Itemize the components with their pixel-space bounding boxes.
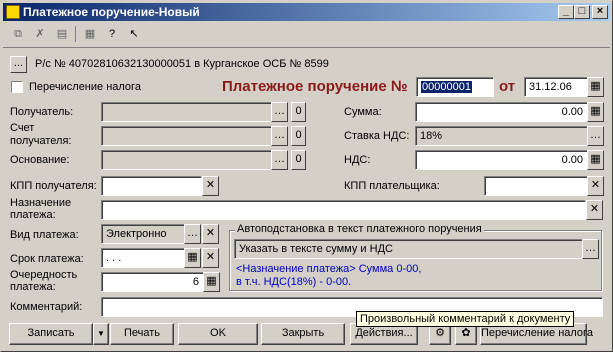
account-text: Р/с № 40702810632130000051 в Курганское … — [35, 58, 329, 70]
recipient-label: Получатель: — [10, 106, 74, 118]
autofill-select[interactable]: Указать в тексте сумму и НДС — [234, 239, 583, 259]
basis-select-button[interactable]: … — [271, 150, 288, 170]
payment-type-clear-button[interactable]: ✕ — [202, 224, 219, 244]
purpose-clear-button[interactable]: ✕ — [586, 200, 603, 220]
recipient-account-label: Счет получателя: — [10, 122, 72, 147]
autofill-preview-line2: в т.ч. НДС(18%) - 0-00. — [236, 276, 352, 288]
doc-number-input[interactable]: 00000001 — [416, 77, 494, 97]
recipient-account-input[interactable] — [101, 126, 272, 146]
vat-input[interactable]: 0.00 — [415, 150, 588, 170]
vat-rate-label: Ставка НДС: — [344, 130, 410, 142]
copy-icon[interactable]: ⧉ — [9, 25, 27, 43]
payment-type-label: Вид платежа: — [10, 229, 79, 241]
priority-calc-button[interactable]: ▦ — [203, 272, 220, 292]
app-icon — [6, 5, 20, 19]
delete-icon[interactable]: ✗ — [31, 25, 49, 43]
minimize-button[interactable]: _ — [558, 5, 574, 19]
recipient-input[interactable] — [101, 102, 272, 122]
payer-kpp-clear-button[interactable]: ✕ — [587, 176, 604, 196]
print-button[interactable]: Печать — [110, 323, 174, 345]
basis-label: Основание: — [10, 154, 70, 166]
toolbar-separator — [75, 26, 76, 42]
sum-calc-button[interactable]: ▦ — [587, 102, 604, 122]
comment-tooltip: Произвольный комментарий к документу — [356, 311, 575, 327]
recipient-select-button[interactable]: … — [271, 102, 288, 122]
priority-input[interactable]: 6 — [101, 272, 204, 292]
due-clear-button[interactable]: ✕ — [202, 248, 219, 268]
sum-input[interactable]: 0.00 — [415, 102, 588, 122]
title-bar[interactable]: Платежное поручение-Новый _ □ × — [3, 3, 610, 21]
close-form-button[interactable]: Закрыть — [261, 323, 345, 345]
recipient-account-select-button[interactable]: … — [271, 126, 288, 146]
tax-transfer-checkbox[interactable] — [11, 81, 23, 93]
save-button[interactable]: Записать — [9, 323, 93, 345]
ok-button[interactable]: OK — [178, 323, 258, 345]
due-label: Срок платежа: — [10, 253, 84, 265]
vat-label: НДС: — [344, 154, 371, 166]
pointer-help-icon[interactable]: ↖ — [125, 25, 143, 43]
sum-label: Сумма: — [344, 106, 382, 118]
doc-date-input[interactable]: 31.12.06 — [524, 77, 588, 97]
doc-icon[interactable]: ▤ — [53, 25, 71, 43]
due-calendar-button[interactable]: ▦ — [184, 248, 201, 268]
payer-kpp-label: КПП плательщика: — [344, 180, 440, 192]
recipient-clear-button[interactable]: 0 — [291, 102, 306, 122]
vat-calc-button[interactable]: ▦ — [587, 150, 604, 170]
payment-order-window: Платежное поручение-Новый _ □ × ⧉ ✗ ▤ ▦ … — [0, 0, 613, 352]
list-icon[interactable]: ▦ — [81, 25, 99, 43]
basis-input[interactable] — [101, 150, 272, 170]
close-button[interactable]: × — [592, 5, 608, 19]
maximize-button[interactable]: □ — [574, 5, 590, 19]
calendar-button[interactable]: ▦ — [587, 77, 604, 97]
payment-type-input[interactable]: Электронно — [101, 224, 185, 244]
tax-transfer-label: Перечисление налога — [29, 81, 141, 93]
recipient-kpp-clear-button[interactable]: ✕ — [202, 176, 219, 196]
from-label: от — [499, 78, 516, 95]
vat-rate-input[interactable]: 18% — [415, 126, 588, 146]
due-date-input[interactable]: . . . — [101, 248, 185, 268]
help-icon[interactable]: ? — [103, 25, 121, 43]
doc-title: Платежное поручение № — [222, 78, 408, 95]
doc-number-value: 00000001 — [421, 81, 472, 93]
window-title: Платежное поручение-Новый — [23, 5, 200, 19]
account-select-button[interactable]: ... — [10, 56, 27, 73]
autofill-select-button[interactable]: … — [582, 239, 599, 259]
comment-label: Комментарий: — [10, 301, 83, 313]
autofill-preview-line1: <Назначение платежа> Сумма 0-00, — [236, 263, 422, 275]
payer-kpp-input[interactable] — [484, 176, 588, 196]
priority-label: Очередность платежа: — [10, 269, 78, 293]
save-dropdown-button[interactable]: ▼ — [93, 323, 109, 345]
recipient-account-clear-button[interactable]: 0 — [291, 126, 306, 146]
basis-clear-button[interactable]: 0 — [291, 150, 306, 170]
recipient-kpp-label: КПП получателя: — [10, 180, 97, 192]
purpose-label: Назначение платежа: — [10, 197, 72, 221]
toolbar-divider — [3, 47, 610, 48]
vat-rate-select-button[interactable]: … — [587, 126, 604, 146]
autofill-group-title: Автоподстановка в текст платежного поруч… — [235, 223, 484, 235]
recipient-kpp-input[interactable] — [101, 176, 202, 196]
purpose-input[interactable] — [101, 200, 586, 220]
payment-type-select-button[interactable]: … — [184, 224, 201, 244]
